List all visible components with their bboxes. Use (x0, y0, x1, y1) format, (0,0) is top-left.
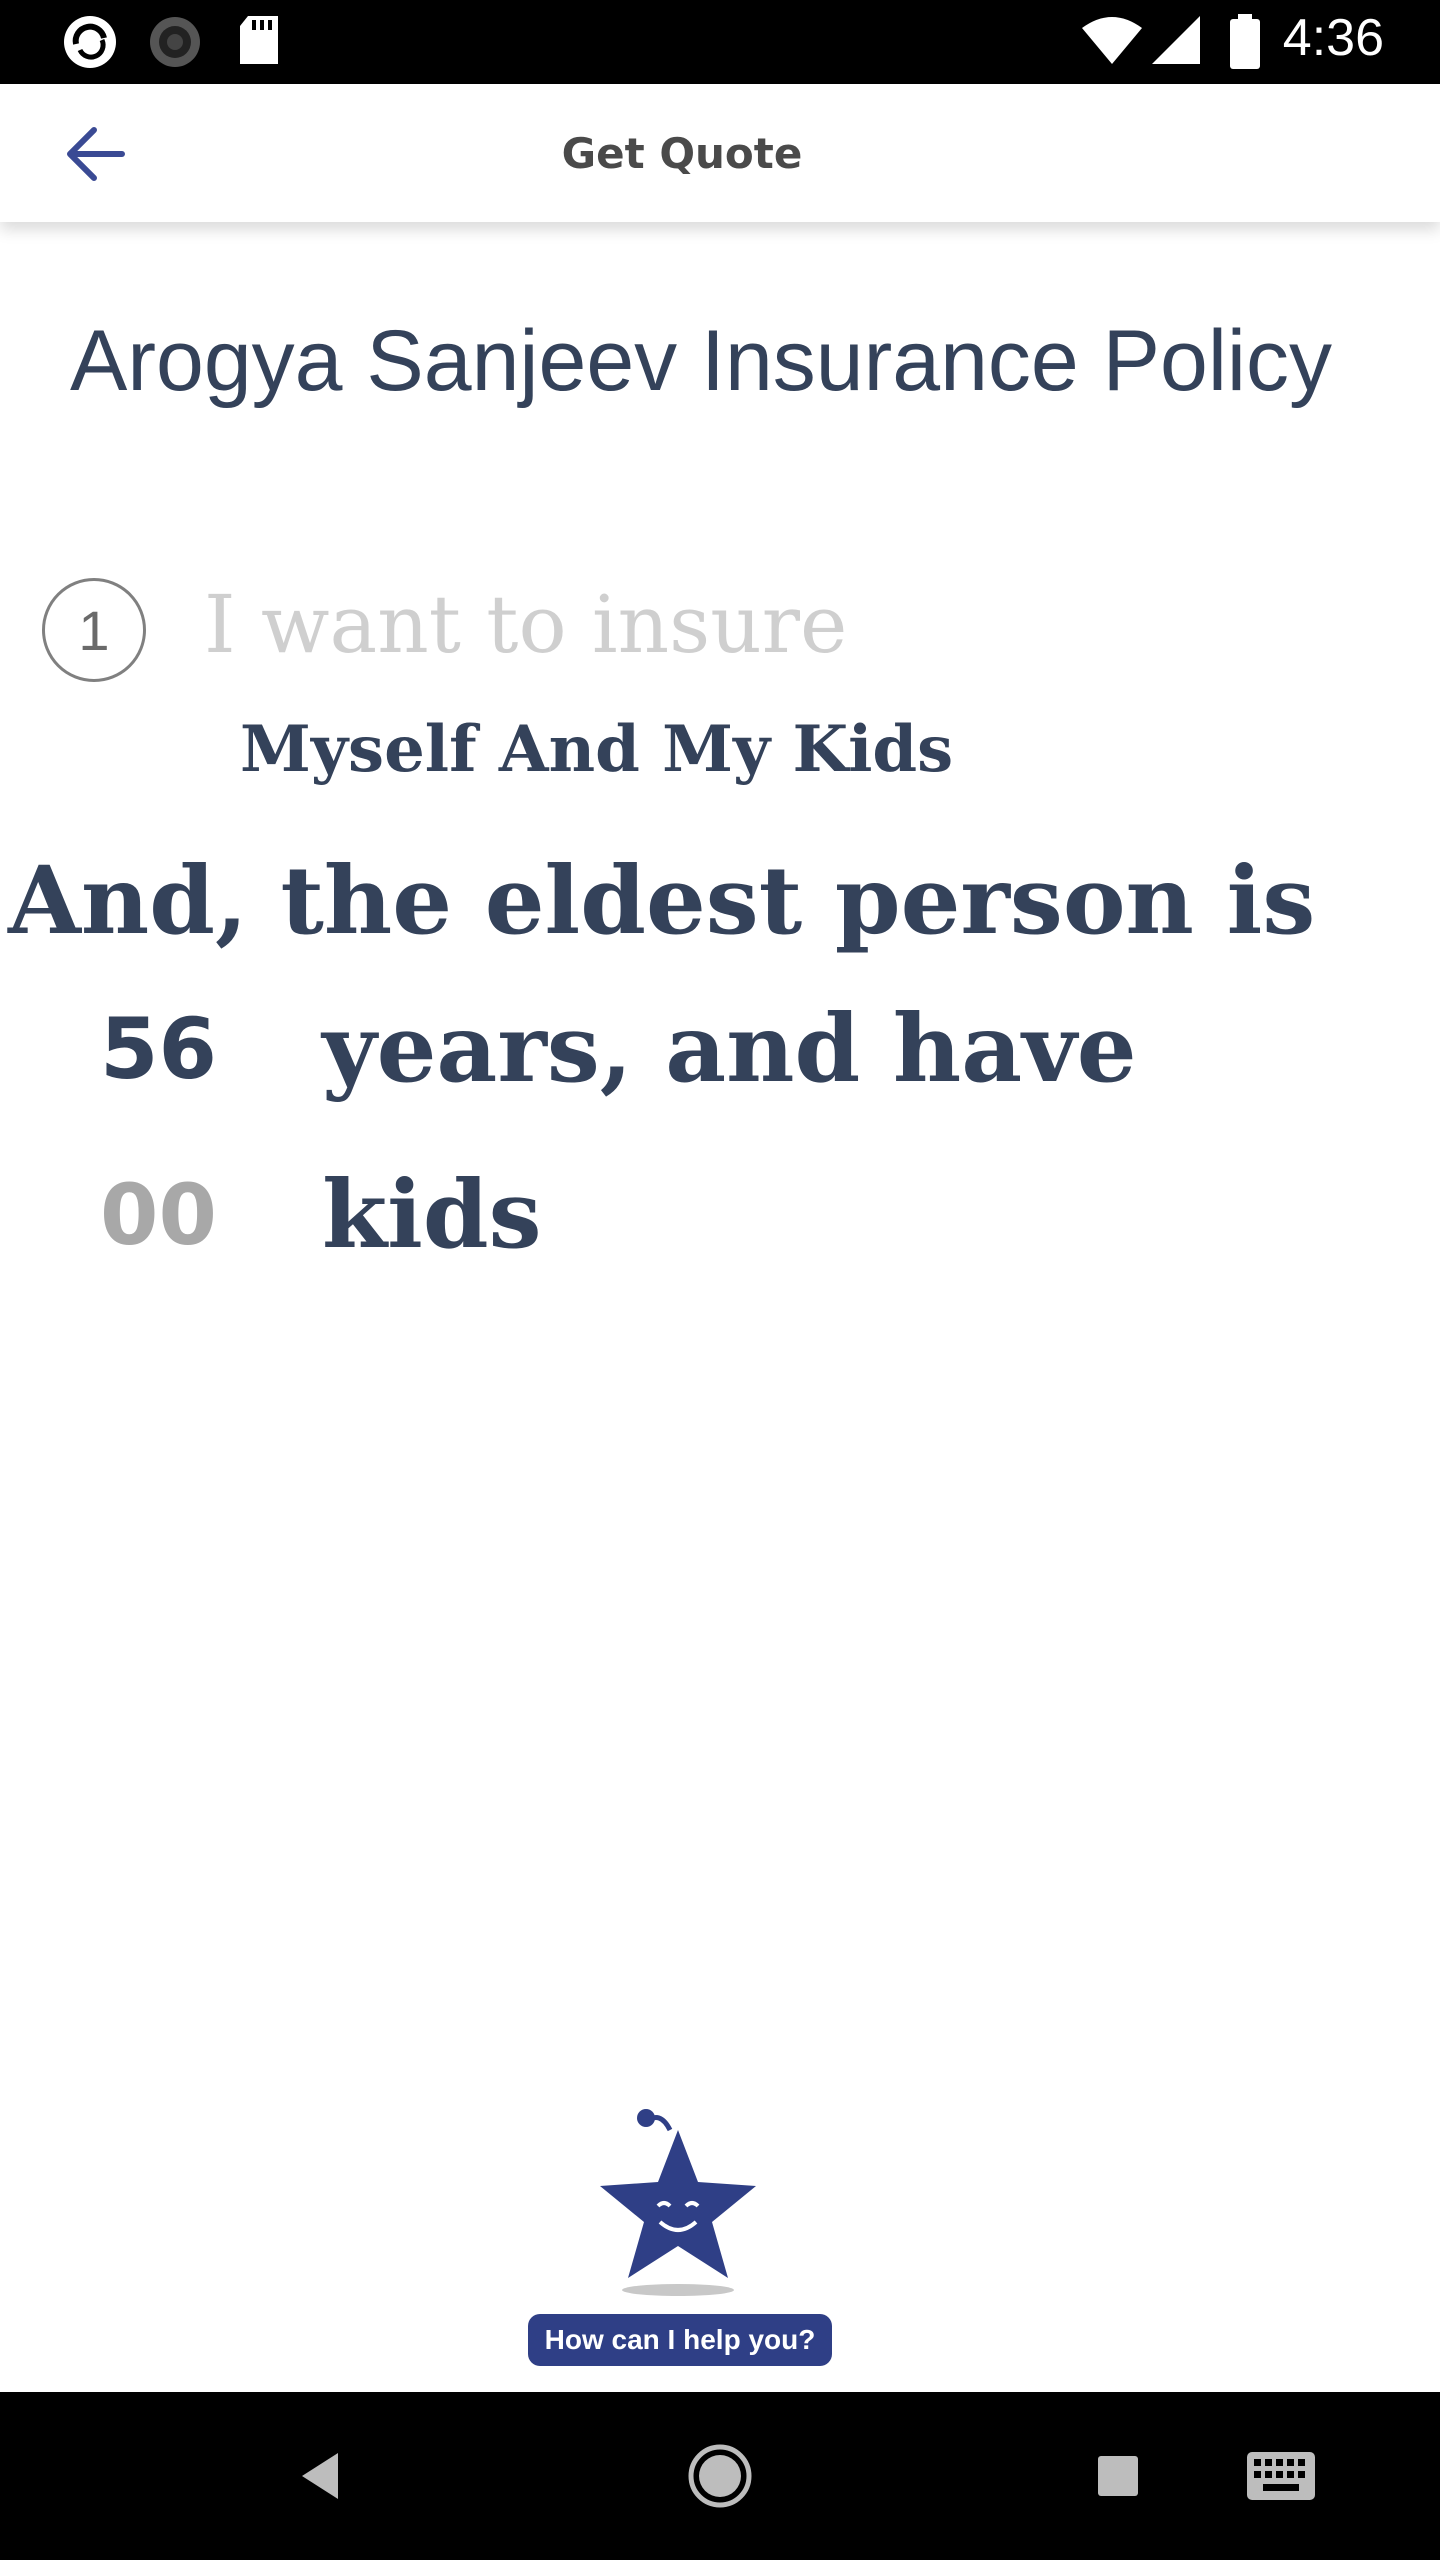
home-circle-icon (688, 2444, 752, 2508)
help-bubble[interactable]: How can I help you? (528, 2314, 832, 2366)
kids-label: kids (322, 1160, 542, 1270)
status-time: 4:36 (1282, 9, 1384, 67)
help-assistant-button[interactable]: How can I help you? (520, 2090, 840, 2370)
page-title: Get Quote (561, 128, 803, 178)
battery-icon (1230, 14, 1260, 69)
star-mascot-icon (600, 2109, 756, 2296)
recents-square-icon (1098, 2456, 1138, 2496)
insure-selection[interactable]: Myself And My Kids (240, 712, 953, 787)
nav-home-button[interactable] (680, 2392, 760, 2560)
status-bar: 4:36 (0, 0, 1440, 84)
step-label: I want to insure (204, 578, 848, 671)
sd-card-icon (240, 16, 278, 64)
keyboard-icon (1247, 2452, 1315, 2500)
wifi-icon (1082, 17, 1142, 64)
app-notification-icon (64, 16, 116, 68)
age-input[interactable]: 56 (100, 1000, 217, 1098)
nav-keyboard-button[interactable] (1236, 2392, 1326, 2560)
policy-title: Arogya Sanjeev Insurance Policy (70, 313, 1333, 409)
app-bar: Get Quote (0, 84, 1440, 222)
signal-icon (1152, 16, 1200, 64)
years-label: years, and have (322, 994, 1137, 1104)
loading-icon (150, 17, 200, 67)
step-number-badge: 1 (42, 578, 146, 682)
nav-recents-button[interactable] (1078, 2392, 1158, 2560)
eldest-person-label: And, the eldest person is (8, 846, 1316, 956)
back-triangle-icon (302, 2453, 338, 2499)
system-nav-bar (0, 2392, 1440, 2560)
nav-back-button[interactable] (280, 2392, 360, 2560)
kids-count-input[interactable]: 00 (100, 1166, 217, 1264)
